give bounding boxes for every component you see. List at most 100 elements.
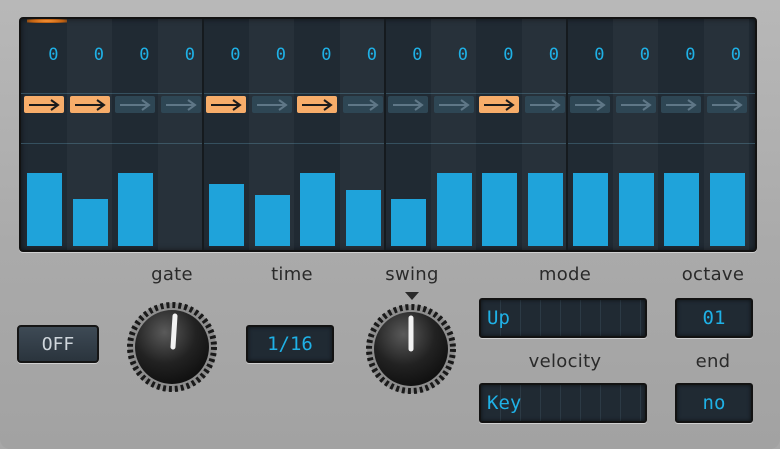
- step-note-value[interactable]: 0: [340, 45, 386, 65]
- step-note-value[interactable]: 0: [613, 45, 659, 65]
- gate-label: gate: [151, 264, 193, 285]
- step-tie-toggle[interactable]: [524, 96, 565, 113]
- step-tie-toggle[interactable]: [24, 96, 64, 113]
- step-note-value[interactable]: 0: [476, 45, 522, 65]
- step-velocity-bar[interactable]: [664, 173, 699, 246]
- time-display[interactable]: 1/16: [246, 325, 334, 363]
- group-separator: [566, 19, 568, 250]
- step-sequencer-grid: 0000000000000000: [19, 17, 757, 252]
- step-velocity-bar[interactable]: [618, 173, 654, 246]
- group-separator: [202, 19, 204, 250]
- step-velocity-bar[interactable]: [709, 173, 745, 246]
- step-tie-toggle[interactable]: [706, 96, 747, 113]
- step-tie-toggle[interactable]: [342, 96, 383, 113]
- sequencer-step: 0: [658, 19, 704, 250]
- sequencer-step: 0: [613, 19, 659, 250]
- arrow-right-icon: [256, 98, 288, 111]
- sequencer-step: 0: [476, 19, 522, 250]
- arrow-right-icon: [302, 98, 333, 111]
- arrow-right-icon: [29, 98, 60, 111]
- step-velocity-bar[interactable]: [209, 184, 244, 246]
- step-note-value[interactable]: 0: [67, 45, 113, 65]
- swing-label: swing: [385, 264, 439, 285]
- sequencer-step: 0: [704, 19, 750, 250]
- step-velocity-bar[interactable]: [345, 190, 381, 246]
- step-tie-toggle[interactable]: [69, 96, 110, 113]
- step-velocity-bar[interactable]: [436, 173, 472, 246]
- step-velocity-bar[interactable]: [573, 173, 608, 246]
- step-velocity-bar[interactable]: [482, 173, 517, 246]
- sequencer-step: 0: [67, 19, 113, 250]
- step-tie-toggle[interactable]: [206, 96, 246, 113]
- step-tie-toggle[interactable]: [433, 96, 474, 113]
- step-tie-toggle[interactable]: [297, 96, 337, 113]
- step-velocity-bar[interactable]: [391, 199, 426, 246]
- time-label: time: [271, 264, 313, 285]
- sequencer-step: 0: [385, 19, 431, 250]
- step-note-value[interactable]: 0: [658, 45, 704, 65]
- sequencer-step: 0: [567, 19, 613, 250]
- arrow-right-icon: [347, 98, 379, 111]
- sequencer-step: 0: [21, 19, 67, 250]
- swing-knob[interactable]: [366, 304, 456, 394]
- arrow-right-icon: [438, 98, 470, 111]
- arrow-right-icon: [74, 98, 106, 111]
- octave-label: octave: [681, 264, 745, 285]
- step-note-value[interactable]: 0: [249, 45, 295, 65]
- step-tie-toggle[interactable]: [479, 96, 519, 113]
- step-columns: 0000000000000000: [21, 19, 755, 250]
- arrow-right-icon: [620, 98, 652, 111]
- mode-display[interactable]: Up: [479, 298, 647, 338]
- step-tie-toggle[interactable]: [661, 96, 701, 113]
- arrow-right-icon: [575, 98, 606, 111]
- step-note-value[interactable]: 0: [385, 45, 431, 65]
- step-velocity-bar[interactable]: [72, 199, 108, 246]
- step-tie-toggle[interactable]: [251, 96, 292, 113]
- arrow-right-icon: [484, 98, 515, 111]
- sequencer-step: 0: [249, 19, 295, 250]
- arrow-right-icon: [211, 98, 242, 111]
- step-note-value[interactable]: 0: [522, 45, 568, 65]
- gate-knob[interactable]: [127, 302, 217, 392]
- step-note-value[interactable]: 0: [158, 45, 204, 65]
- step-tie-toggle[interactable]: [570, 96, 610, 113]
- velocity-label: velocity: [528, 351, 602, 372]
- arrow-right-icon: [120, 98, 151, 111]
- step-tie-toggle[interactable]: [615, 96, 656, 113]
- step-tie-toggle[interactable]: [160, 96, 201, 113]
- step-velocity-bar[interactable]: [118, 173, 153, 246]
- step-note-value[interactable]: 0: [704, 45, 750, 65]
- arrow-right-icon: [165, 98, 197, 111]
- arrow-right-icon: [393, 98, 424, 111]
- step-velocity-bar[interactable]: [300, 173, 335, 246]
- velocity-display[interactable]: Key: [479, 383, 647, 423]
- step-note-value[interactable]: 0: [21, 45, 67, 65]
- sequencer-step: 0: [294, 19, 340, 250]
- sequencer-step: 0: [340, 19, 386, 250]
- step-velocity-bar[interactable]: [254, 195, 290, 246]
- sequencer-step: 0: [431, 19, 477, 250]
- sequencer-step: 0: [112, 19, 158, 250]
- step-velocity-bar[interactable]: [27, 173, 62, 246]
- arpeggiator-panel: 0000000000000000 OFF gate time 1/16 swin…: [0, 0, 780, 449]
- arrow-right-icon: [711, 98, 743, 111]
- octave-display[interactable]: 01: [675, 298, 753, 338]
- arrow-right-icon: [666, 98, 697, 111]
- step-tie-toggle[interactable]: [115, 96, 155, 113]
- step-tie-toggle[interactable]: [388, 96, 428, 113]
- mode-label: mode: [538, 264, 592, 285]
- step-note-value[interactable]: 0: [294, 45, 340, 65]
- step-note-value[interactable]: 0: [431, 45, 477, 65]
- step-velocity-bar[interactable]: [527, 173, 563, 246]
- end-display[interactable]: no: [675, 383, 753, 423]
- sequencer-step: 0: [158, 19, 204, 250]
- swing-center-marker-icon: [405, 292, 419, 300]
- step-note-value[interactable]: 0: [112, 45, 158, 65]
- group-separator: [384, 19, 386, 250]
- end-label: end: [695, 351, 731, 372]
- arp-power-button[interactable]: OFF: [17, 325, 99, 363]
- sequencer-step: 0: [203, 19, 249, 250]
- step-note-value[interactable]: 0: [567, 45, 613, 65]
- step-note-value[interactable]: 0: [203, 45, 249, 65]
- arrow-right-icon: [529, 98, 561, 111]
